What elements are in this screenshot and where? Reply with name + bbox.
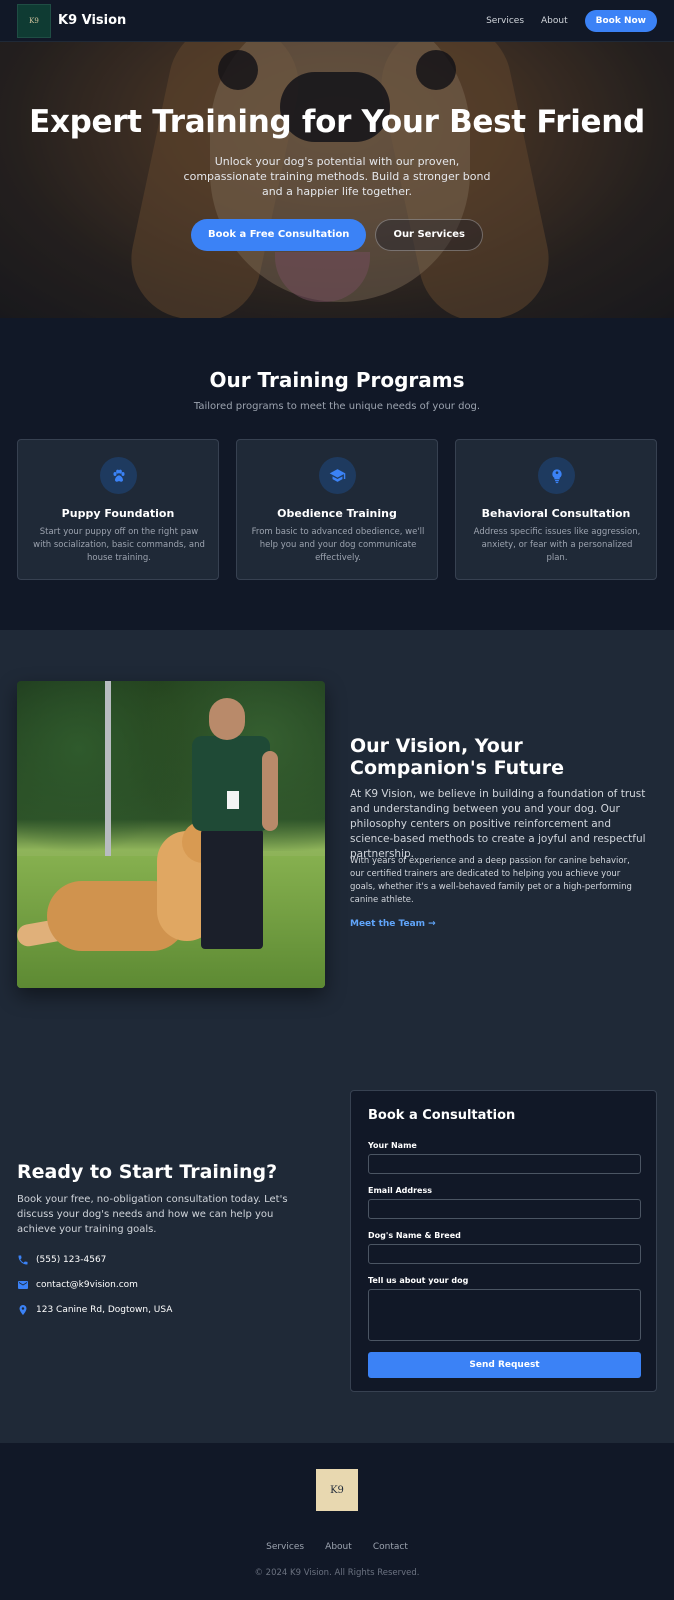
contact-email[interactable]: contact@k9vision.com: [17, 1279, 138, 1291]
footer-logo-text: K9: [330, 1484, 344, 1496]
footer-nav-contact[interactable]: Contact: [373, 1542, 408, 1552]
contact-phone[interactable]: (555) 123-4567: [17, 1254, 106, 1266]
contact-title: Ready to Start Training?: [17, 1161, 278, 1183]
program-card-title: Obedience Training: [277, 507, 397, 520]
paw-icon: [100, 457, 137, 494]
send-request-button[interactable]: Send Request: [368, 1352, 641, 1378]
brain-icon: [538, 457, 575, 494]
copyright: © 2024 K9 Vision. All Rights Reserved.: [254, 1568, 420, 1578]
program-card-behavioral[interactable]: Behavioral Consultation Address specific…: [455, 439, 657, 580]
book-now-button[interactable]: Book Now: [584, 9, 657, 32]
photo-trees: [17, 681, 325, 851]
about-dog-textarea[interactable]: [368, 1289, 641, 1341]
top-nav: Services About Book Now: [486, 9, 657, 32]
dog-label: Dog's Name & Breed: [368, 1231, 461, 1240]
email-label: Email Address: [368, 1186, 433, 1195]
our-services-button[interactable]: Our Services: [375, 219, 483, 251]
contact-section: Ready to Start Training? Book your free,…: [0, 1040, 674, 1443]
photo-trainer-legs: [201, 829, 263, 949]
hero-content: Expert Training for Your Best Friend Unl…: [0, 42, 674, 318]
phone-icon: [18, 1255, 28, 1265]
vision-section: Our Vision, Your Companion's Future At K…: [0, 630, 674, 1040]
meet-the-team-link[interactable]: Meet the Team →: [350, 919, 436, 929]
photo-trainer-arm: [262, 751, 278, 831]
name-label: Your Name: [368, 1141, 417, 1150]
book-consultation-button[interactable]: Book a Free Consultation: [190, 219, 367, 251]
footer-logo[interactable]: K9: [316, 1469, 358, 1511]
logo[interactable]: K9: [17, 3, 51, 38]
program-card-title: Behavioral Consultation: [481, 507, 631, 520]
hero-cta-row: Book a Free Consultation Our Services: [0, 219, 674, 251]
name-input[interactable]: [368, 1154, 641, 1174]
vision-paragraph-2: With years of experience and a deep pass…: [350, 856, 632, 905]
hero-title: Expert Training for Your Best Friend: [29, 104, 645, 140]
program-card-obedience[interactable]: Obedience Training From basic to advance…: [236, 439, 438, 580]
contact-address-text: 123 Canine Rd, Dogtown, USA: [36, 1305, 173, 1315]
program-card-text: Start your puppy off on the right paw wi…: [33, 527, 205, 563]
email-icon: [18, 1281, 28, 1289]
hero-section: Expert Training for Your Best Friend Unl…: [0, 42, 674, 318]
graduation-cap-icon: [319, 457, 356, 494]
programs-section: Our Training Programs Tailored programs …: [0, 318, 674, 630]
nav-about[interactable]: About: [541, 16, 568, 26]
email-input[interactable]: [368, 1199, 641, 1219]
vision-paragraph-1: At K9 Vision, we believe in building a f…: [350, 788, 646, 860]
contact-address: 123 Canine Rd, Dogtown, USA: [17, 1304, 172, 1316]
photo-trainer-badge: [227, 791, 239, 809]
program-card-puppy[interactable]: Puppy Foundation Start your puppy off on…: [17, 439, 219, 580]
footer-nav-services[interactable]: Services: [266, 1542, 304, 1552]
hero-subtitle: Unlock your dog's potential with our pro…: [183, 155, 491, 198]
consultation-form: Book a Consultation Your Name Email Addr…: [350, 1090, 657, 1392]
site-footer: K9 Services About Contact © 2024 K9 Visi…: [0, 1443, 674, 1600]
logo-text: K9: [29, 16, 39, 25]
contact-email-text: contact@k9vision.com: [36, 1280, 138, 1290]
programs-subtitle: Tailored programs to meet the unique nee…: [193, 401, 481, 412]
footer-nav-about[interactable]: About: [325, 1542, 352, 1552]
footer-nav: Services About Contact: [0, 1534, 674, 1553]
vision-title: Our Vision, Your Companion's Future: [350, 735, 565, 779]
form-title: Book a Consultation: [368, 1108, 516, 1123]
contact-phone-text: (555) 123-4567: [36, 1255, 107, 1265]
photo-trainer-head: [209, 698, 245, 740]
photo-pole: [105, 681, 111, 856]
program-card-title: Puppy Foundation: [61, 507, 175, 520]
program-card-text: Address specific issues like aggression,…: [473, 527, 641, 563]
about-label: Tell us about your dog: [368, 1276, 469, 1285]
site-header: K9 K9 Vision Services About Book Now: [0, 0, 674, 42]
program-card-text: From basic to advanced obedience, we'll …: [251, 527, 425, 563]
dog-name-breed-input[interactable]: [368, 1244, 641, 1264]
photo-trainer-torso: [192, 736, 270, 831]
brand-name[interactable]: K9 Vision: [58, 13, 126, 28]
programs-title: Our Training Programs: [209, 368, 465, 392]
trainer-with-dog-photo: [17, 681, 325, 988]
nav-services[interactable]: Services: [486, 16, 524, 26]
location-pin-icon: [19, 1305, 27, 1315]
contact-description: Book your free, no-obligation consultati…: [17, 1194, 288, 1235]
